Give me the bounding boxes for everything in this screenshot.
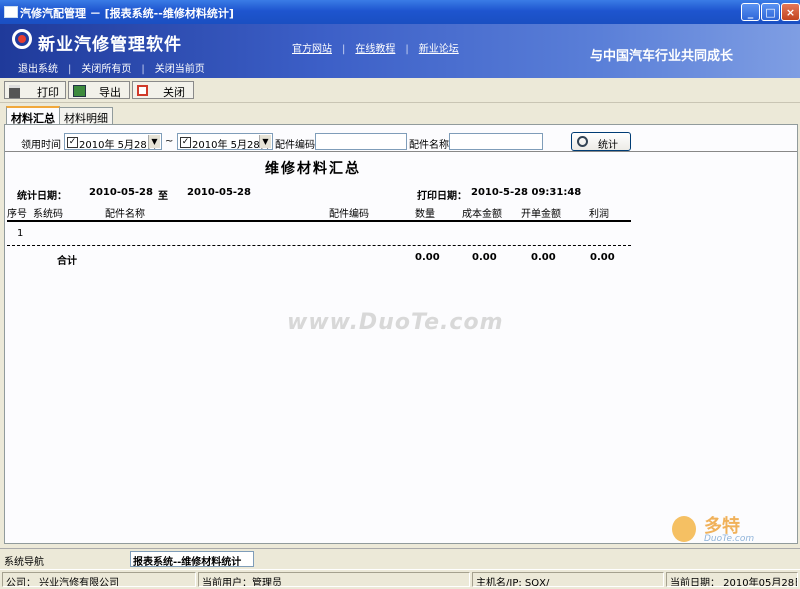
mascot-icon — [672, 516, 696, 542]
total-profit: 0.00 — [590, 252, 615, 263]
maximize-button[interactable]: □ — [761, 3, 780, 21]
date-to-picker[interactable]: ✓ 2010年 5月28日 ▼ — [177, 133, 273, 151]
total-qty: 0.00 — [415, 252, 440, 263]
col-header-syscode: 系统码 — [33, 209, 63, 220]
slogan: 与中国汽车行业共同成长 — [590, 49, 734, 64]
table-row: 1 — [17, 228, 24, 239]
exit-system-link[interactable]: 退出系统 — [18, 60, 58, 75]
chevron-down-icon[interactable]: ▼ — [148, 135, 160, 148]
close-page-button[interactable]: 关闭 — [132, 81, 194, 99]
print-datetime: 2010-5-28 09:31:48 — [471, 187, 582, 198]
header-banner: 新业汽修管理软件 退出系统 | 关闭所有页 | 关闭当前页 官方网站 | 在线教程 | 新业论坛… — [0, 24, 800, 78]
time-label: 领用时间 — [21, 140, 61, 151]
col-header-cost: 成本金额 — [462, 209, 502, 220]
col-header-qty: 数量 — [415, 209, 435, 220]
status-bar: 公司： 兴业汽修有限公司 当前用户：管理员 主机名/IP: SQX/ 当前日期：… — [0, 569, 800, 589]
filter-bar: 领用时间 ✓ 2010年 5月28日 ▼ ~ ✓ 2010年 5月28日 ▼ 配… — [5, 125, 797, 151]
statistics-button[interactable]: 统计 — [571, 132, 631, 151]
nav-label: 系统导航 — [4, 557, 44, 568]
watermark: www.DuoTe.com — [287, 310, 504, 335]
header-rule — [7, 220, 631, 222]
col-header-part-code: 配件编码 — [329, 209, 369, 220]
forum-link[interactable]: 新业论坛 — [419, 44, 459, 55]
search-icon — [577, 136, 588, 147]
status-company: 公司： 兴业汽修有限公司 — [2, 572, 196, 587]
stat-date-from: 2010-05-28 — [89, 187, 153, 198]
print-button[interactable]: 打印 — [4, 81, 66, 99]
total-cost: 0.00 — [472, 252, 497, 263]
col-header-profit: 利润 — [589, 209, 609, 220]
nav-links: 官方网站 | 在线教程 | 新业论坛 — [292, 44, 459, 55]
brand-name: 新业汽修管理软件 — [38, 35, 182, 55]
close-icon — [137, 85, 148, 96]
official-site-link[interactable]: 官方网站 — [292, 44, 332, 55]
status-host: 主机名/IP: SQX/ — [472, 572, 664, 587]
stat-date-to: 2010-05-28 — [187, 187, 251, 198]
tab-material-detail[interactable]: 材料明细 — [59, 107, 113, 125]
col-header-part-name: 配件名称 — [105, 209, 145, 220]
window-title: 汽修汽配管理 － [报表系统--维修材料统计] — [20, 7, 234, 20]
col-header-no: 序号 — [7, 209, 27, 220]
printer-icon — [9, 85, 20, 98]
report-panel: 领用时间 ✓ 2010年 5月28日 ▼ ~ ✓ 2010年 5月28日 ▼ 配… — [4, 124, 798, 544]
minimize-button[interactable]: _ — [741, 3, 760, 21]
export-button[interactable]: 导出 — [68, 81, 130, 99]
title-bar: 汽修汽配管理 － [报表系统--维修材料统计] _ □ × — [0, 0, 800, 24]
date-from-checkbox[interactable]: ✓ — [67, 137, 78, 148]
report-sheet: www.DuoTe.com 维修材料汇总 统计日期： 2010-05-28 至 … — [5, 151, 797, 544]
top-links: 退出系统 | 关闭所有页 | 关闭当前页 — [18, 60, 205, 75]
online-tutorial-link[interactable]: 在线教程 — [355, 44, 395, 55]
navigation-bar: 系统导航 报表系统--维修材料统计 — [0, 548, 800, 569]
open-page-tab[interactable]: 报表系统--维修材料统计 — [130, 551, 254, 567]
tab-strip: 材料汇总 材料明细 — [0, 106, 800, 125]
toolbar: 打印 导出 关闭 — [0, 78, 800, 103]
export-icon — [73, 85, 86, 97]
part-code-label: 配件编码 — [275, 140, 315, 151]
part-name-label: 配件名称 — [409, 140, 449, 151]
total-bill: 0.00 — [531, 252, 556, 263]
close-window-button[interactable]: × — [781, 3, 800, 21]
total-label: 合计 — [57, 256, 77, 267]
status-date: 当前日期： 2010年05月28日 — [666, 572, 798, 587]
app-icon — [4, 6, 18, 18]
report-title: 维修材料汇总 — [265, 161, 361, 177]
close-all-pages-link[interactable]: 关闭所有页 — [81, 60, 131, 75]
close-current-page-link[interactable]: 关闭当前页 — [155, 60, 205, 75]
totals-rule — [7, 245, 631, 246]
chevron-down-icon[interactable]: ▼ — [259, 135, 271, 148]
logo-icon — [12, 29, 32, 49]
col-header-bill: 开单金额 — [521, 209, 561, 220]
date-from-picker[interactable]: ✓ 2010年 5月28日 ▼ — [64, 133, 162, 151]
status-user: 当前用户：管理员 — [198, 572, 470, 587]
tab-material-summary[interactable]: 材料汇总 — [6, 106, 60, 125]
part-name-input[interactable] — [449, 133, 543, 150]
date-to-checkbox[interactable]: ✓ — [180, 137, 191, 148]
part-code-input[interactable] — [315, 133, 407, 150]
